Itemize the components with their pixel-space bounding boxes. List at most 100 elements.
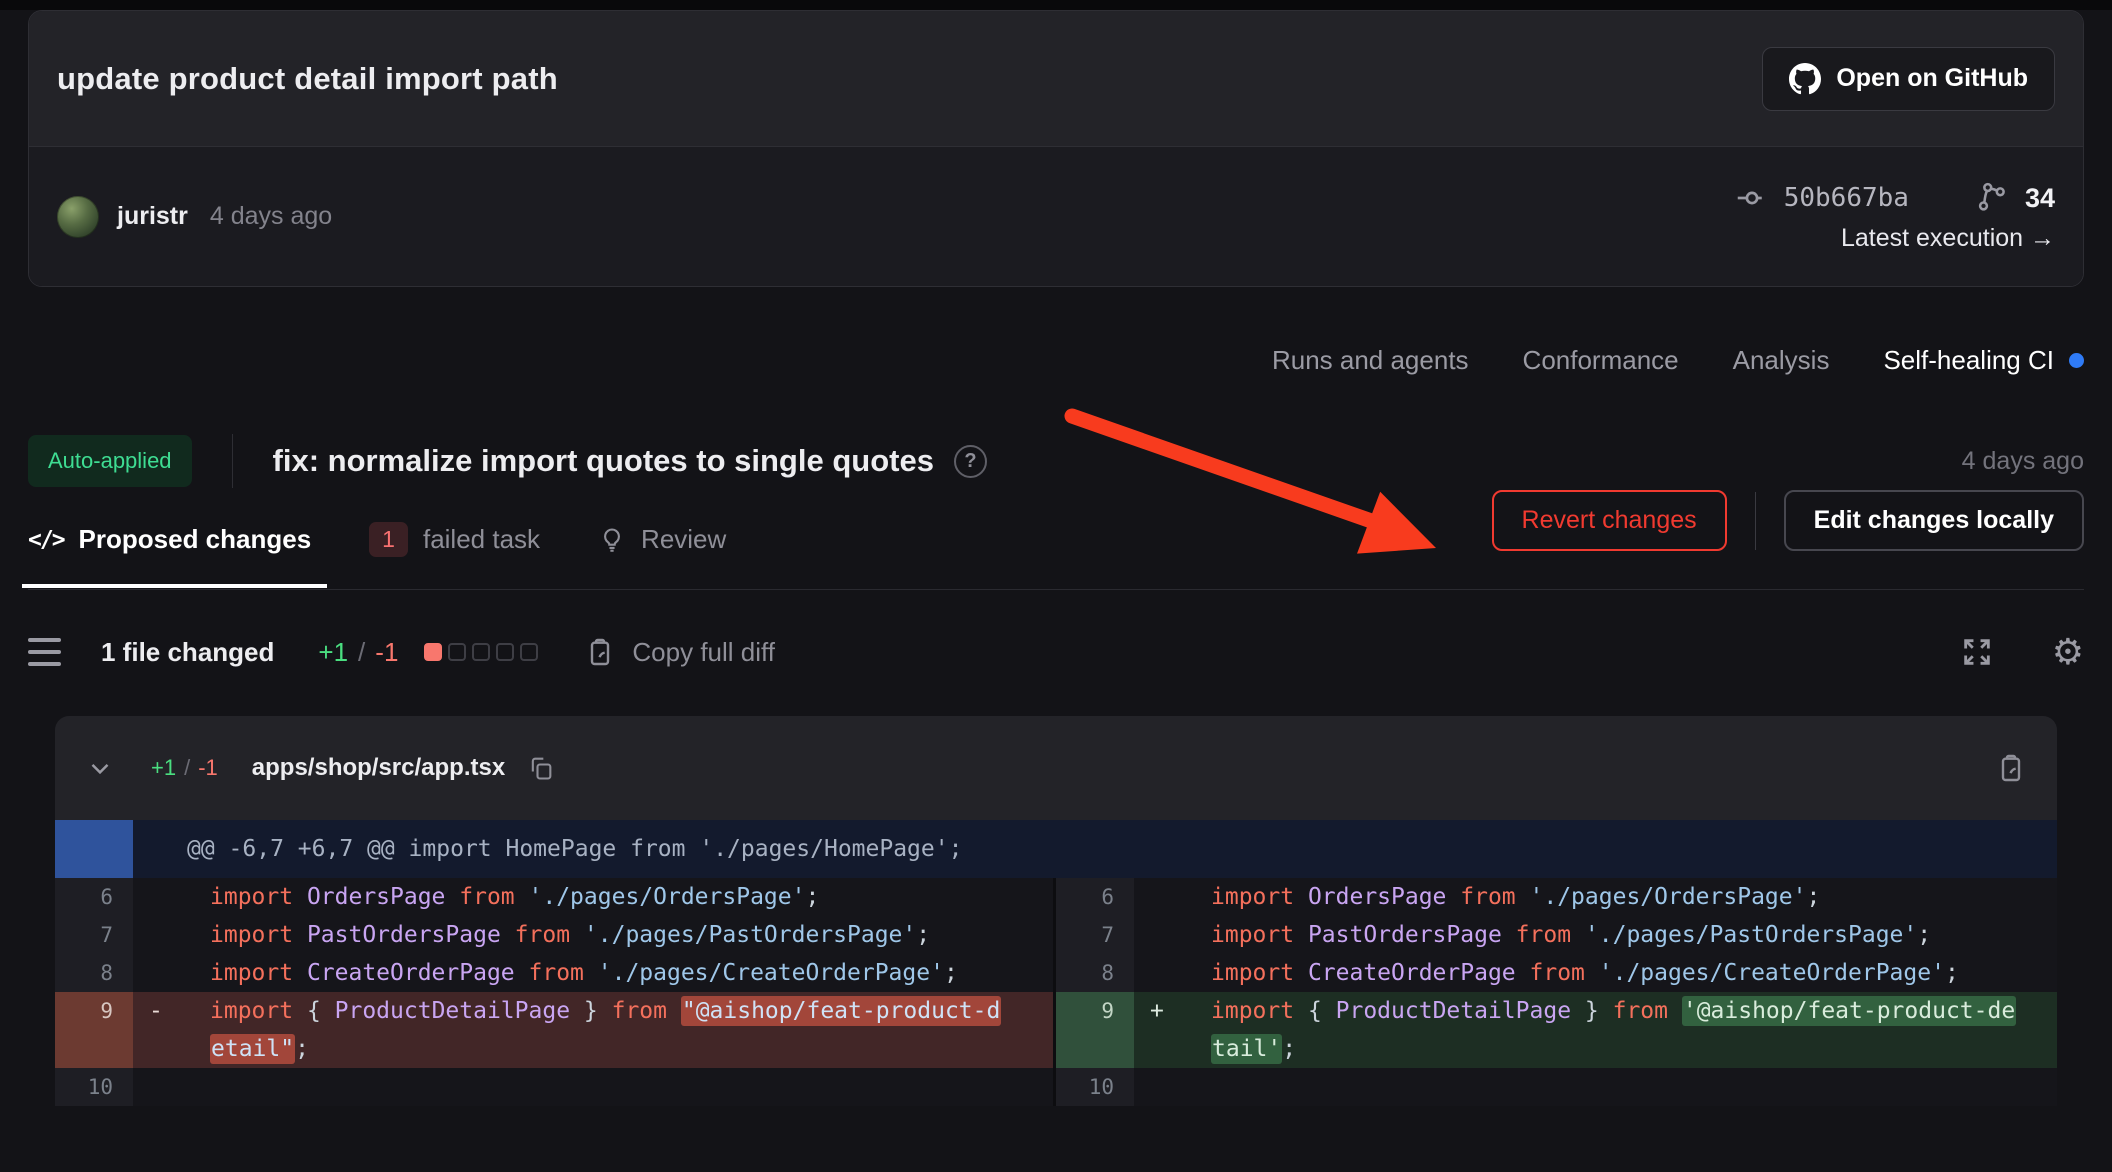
diff-row: 7import PastOrdersPage from './pages/Pas… — [55, 916, 1053, 954]
help-icon[interactable]: ? — [954, 445, 987, 478]
author-name: juristr — [117, 202, 188, 231]
code-line: import CreateOrderPage from './pages/Cre… — [133, 954, 1053, 992]
commit-card-header: update product detail import path Open o… — [29, 11, 2083, 146]
top-strip — [0, 0, 2112, 10]
diff-row: 8import CreateOrderPage from './pages/Cr… — [1056, 954, 2057, 992]
code-line: import CreateOrderPage from './pages/Cre… — [1134, 954, 2057, 992]
commit-icon — [1734, 180, 1770, 216]
count-separator: / — [358, 637, 365, 668]
tab-proposed-changes[interactable]: </> Proposed changes — [28, 524, 311, 555]
nav-item-self-healing-ci[interactable]: Self-healing CI — [1883, 345, 2084, 376]
section-nav: Runs and agents Conformance Analysis Self-h… — [28, 345, 2084, 376]
hunk-header-row: @@ -6,7 +6,7 @@ import HomePage from './… — [55, 820, 2057, 878]
code-line: import OrdersPage from './pages/OrdersPa… — [133, 878, 1053, 916]
diff-counts: +1 / -1 — [318, 637, 398, 668]
copy-path-icon[interactable] — [527, 754, 555, 782]
nav-item-label: Conformance — [1523, 345, 1679, 376]
execution-count-group[interactable]: 34 — [1975, 181, 2055, 215]
code-line: +import { ProductDetailPage } from '@ais… — [1134, 992, 2057, 1030]
line-number: 9 — [1056, 992, 1134, 1068]
code-line — [133, 1068, 1053, 1106]
github-icon — [1789, 63, 1821, 95]
open-on-github-label: Open on GitHub — [1836, 64, 2028, 93]
line-number: 6 — [1056, 878, 1134, 916]
ratio-square-empty — [520, 643, 538, 661]
file-diff-counts: +1 / -1 — [151, 755, 218, 781]
execution-count: 34 — [2025, 183, 2055, 214]
tab-failed-task[interactable]: 1 failed task — [369, 522, 540, 557]
diff-row: 10 — [55, 1068, 1053, 1106]
edit-changes-locally-button[interactable]: Edit changes locally — [1784, 490, 2084, 551]
line-number: 10 — [55, 1068, 133, 1106]
hunk-header-text: @@ -6,7 +6,7 @@ import HomePage from './… — [133, 820, 962, 878]
commit-author: juristr 4 days ago — [57, 196, 332, 238]
code-icon: </> — [28, 527, 64, 553]
diff-row: 9+import { ProductDetailPage } from '@ai… — [1056, 992, 2057, 1068]
code-line: tail'; — [1134, 1030, 2057, 1068]
open-on-github-button[interactable]: Open on GitHub — [1762, 47, 2055, 111]
file-deletions: -1 — [198, 755, 218, 781]
line-number: 8 — [1056, 954, 1134, 992]
commit-hash-group[interactable]: 50b667ba — [1734, 180, 1909, 216]
code-line: -import { ProductDetailPage } from "@ais… — [133, 992, 1053, 1030]
nav-item-analysis[interactable]: Analysis — [1733, 345, 1830, 376]
commit-card: update product detail import path Open o… — [28, 10, 2084, 287]
latest-execution-link[interactable]: Latest execution → — [1841, 224, 2055, 253]
nav-item-label: Self-healing CI — [1883, 345, 2054, 376]
tabs-row: </> Proposed changes 1 failed task Revie… — [28, 506, 2084, 590]
page-title: update product detail import path — [57, 61, 558, 97]
file-path: apps/shop/src/app.tsx — [252, 754, 505, 782]
code-line: etail"; — [133, 1030, 1053, 1068]
lightbulb-icon — [598, 526, 626, 554]
settings-gear-icon[interactable]: ⚙ — [2052, 634, 2084, 670]
files-changed-label: 1 file changed — [101, 637, 274, 668]
file-additions: +1 — [151, 755, 176, 781]
line-number: 6 — [55, 878, 133, 916]
file-count-separator: / — [184, 755, 190, 781]
commit-hash: 50b667ba — [1784, 183, 1909, 213]
tab-proposed-label: Proposed changes — [79, 524, 312, 555]
toolbar-right: ⚙ — [1960, 634, 2084, 670]
nav-item-label: Runs and agents — [1272, 345, 1469, 376]
code-line: import PastOrdersPage from './pages/Past… — [133, 916, 1053, 954]
line-number: 10 — [1056, 1068, 1134, 1106]
ratio-square-empty — [496, 643, 514, 661]
graph-icon — [1975, 181, 2009, 215]
commit-time: 4 days ago — [210, 202, 332, 231]
copy-file-diff-icon[interactable] — [1995, 752, 2027, 784]
diff-toolbar: 1 file changed +1 / -1 Copy full diff ⚙ — [28, 634, 2084, 670]
file-diff-card: +1 / -1 apps/shop/src/app.tsx @@ -6,7 +6… — [55, 716, 2057, 1106]
tab-review-label: Review — [641, 524, 726, 555]
avatar[interactable] — [57, 196, 99, 238]
tab-review[interactable]: Review — [598, 524, 726, 555]
diff-ratio-squares — [424, 643, 538, 661]
diff-pane-after[interactable]: 6import OrdersPage from './pages/OrdersP… — [1056, 878, 2057, 1106]
code-line — [1134, 1068, 2057, 1106]
ratio-square-filled — [424, 643, 442, 661]
failed-count-badge: 1 — [369, 522, 408, 557]
change-actions: Revert changes Edit changes locally — [1492, 490, 2084, 551]
tab-failed-label: failed task — [423, 524, 540, 555]
diff-sign: - — [149, 992, 163, 1030]
nav-item-runs-and-agents[interactable]: Runs and agents — [1272, 345, 1469, 376]
fix-row: Auto-applied fix: normalize import quote… — [28, 434, 2084, 488]
diff-row: 9-import { ProductDetailPage } from "@ai… — [55, 992, 1053, 1068]
chevron-down-icon[interactable] — [85, 753, 115, 783]
revert-changes-button[interactable]: Revert changes — [1492, 490, 1727, 551]
deletions-count: -1 — [375, 637, 398, 668]
status-dot-icon — [2069, 353, 2084, 368]
diff-columns: 6import OrdersPage from './pages/OrdersP… — [55, 878, 2057, 1106]
file-header: +1 / -1 apps/shop/src/app.tsx — [55, 716, 2057, 820]
expand-icon[interactable] — [1960, 635, 1994, 669]
commit-card-body: juristr 4 days ago 50b667ba 34 — [29, 146, 2083, 286]
copy-full-diff-label: Copy full diff — [632, 637, 775, 668]
divider — [232, 434, 233, 488]
line-number: 7 — [55, 916, 133, 954]
file-list-menu-icon[interactable] — [28, 638, 61, 666]
code-line: import PastOrdersPage from './pages/Past… — [1134, 916, 2057, 954]
diff-pane-before[interactable]: 6import OrdersPage from './pages/OrdersP… — [55, 878, 1056, 1106]
nav-item-conformance[interactable]: Conformance — [1523, 345, 1679, 376]
copy-full-diff-button[interactable]: Copy full diff — [584, 636, 775, 668]
page: update product detail import path Open o… — [0, 10, 2112, 1106]
nav-item-label: Analysis — [1733, 345, 1830, 376]
